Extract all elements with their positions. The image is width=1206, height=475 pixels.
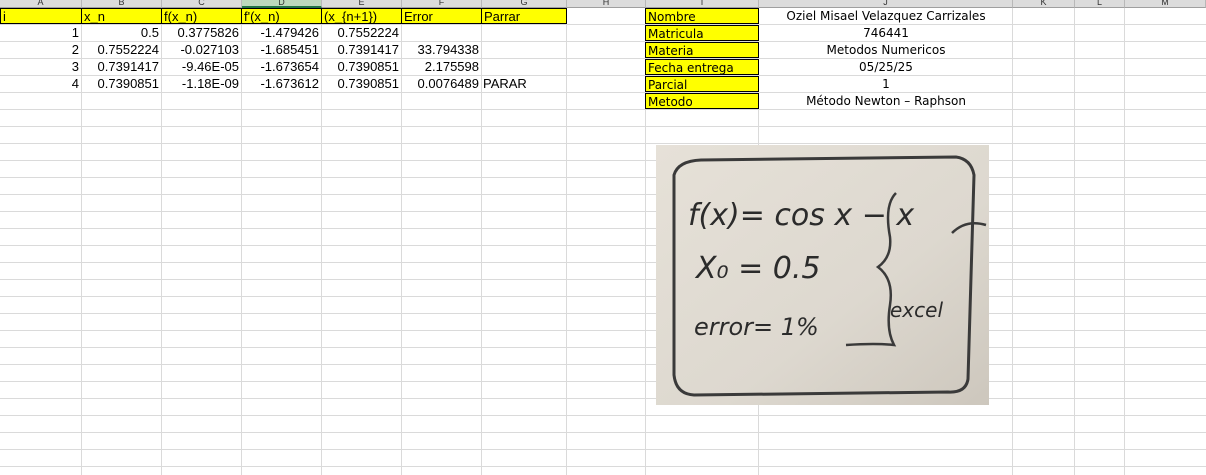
- grid-line: [0, 432, 1206, 433]
- column-header-f[interactable]: F: [402, 0, 482, 8]
- info-value-fecha[interactable]: 05/25/25: [759, 59, 1013, 75]
- grid-line: [566, 8, 567, 475]
- grid-line: [0, 109, 1206, 110]
- grid-line: [0, 347, 1206, 348]
- info-label-materia[interactable]: Materia: [645, 42, 759, 58]
- header-cell-xn1[interactable]: (x_{n+1}): [321, 8, 402, 24]
- table-cell-xn[interactable]: 0.7552224: [81, 42, 161, 58]
- table-cell-fxn[interactable]: -0.027103: [161, 42, 241, 58]
- table-cell-dfxn[interactable]: -1.673654: [241, 59, 321, 75]
- grid-line: [0, 466, 1206, 467]
- grid-line: [0, 279, 1206, 280]
- grid-line: [0, 228, 1206, 229]
- table-cell-xn[interactable]: 0.7391417: [81, 59, 161, 75]
- info-value-nombre[interactable]: Oziel Misael Velazquez Carrizales: [759, 8, 1013, 24]
- header-cell-i[interactable]: i: [0, 8, 82, 24]
- column-header-j[interactable]: J: [759, 0, 1013, 8]
- table-cell-dfxn[interactable]: -1.479426: [241, 25, 321, 41]
- table-cell-fxn[interactable]: -9.46E-05: [161, 59, 241, 75]
- table-cell-xn1[interactable]: 0.7552224: [321, 25, 401, 41]
- header-cell-error[interactable]: Error: [401, 8, 482, 24]
- table-cell-parar[interactable]: [481, 25, 566, 41]
- column-header-d[interactable]: D: [242, 0, 322, 8]
- grid-line: [0, 364, 1206, 365]
- table-cell-parar[interactable]: [481, 59, 566, 75]
- whiteboard-text-excel: excel: [890, 298, 943, 322]
- grid-line: [0, 415, 1206, 416]
- table-cell-error[interactable]: 33.794338: [401, 42, 481, 58]
- header-cell-fxn[interactable]: f(x_n): [161, 8, 242, 24]
- grid-line: [0, 160, 1206, 161]
- grid-line: [0, 143, 1206, 144]
- table-cell-i[interactable]: 3: [0, 59, 81, 75]
- info-label-matricula[interactable]: Matricula: [645, 25, 759, 41]
- grid-line: [0, 381, 1206, 382]
- grid-line: [0, 449, 1206, 450]
- grid-line: [0, 330, 1206, 331]
- grid-line: [0, 398, 1206, 399]
- table-cell-xn[interactable]: 0.5: [81, 25, 161, 41]
- column-header-g[interactable]: G: [482, 0, 567, 8]
- info-label-nombre[interactable]: Nombre: [645, 8, 759, 24]
- grid-line: [1074, 8, 1075, 475]
- column-header-e[interactable]: E: [322, 0, 402, 8]
- info-value-materia[interactable]: Metodos Numericos: [759, 42, 1013, 58]
- grid-line: [0, 211, 1206, 212]
- grid-line: [0, 92, 1206, 93]
- table-cell-parar[interactable]: [481, 42, 566, 58]
- table-cell-xn1[interactable]: 0.7390851: [321, 59, 401, 75]
- table-cell-dfxn[interactable]: -1.673612: [241, 76, 321, 92]
- whiteboard-text-function: f(x)= cos x − x: [688, 198, 914, 233]
- header-cell-dfxn[interactable]: f'(x_n): [241, 8, 322, 24]
- table-cell-error[interactable]: [401, 25, 481, 41]
- grid-line: [0, 296, 1206, 297]
- column-header-m[interactable]: M: [1125, 0, 1206, 8]
- table-cell-error[interactable]: 2.175598: [401, 59, 481, 75]
- table-cell-xn[interactable]: 0.7390851: [81, 76, 161, 92]
- column-header-c[interactable]: C: [162, 0, 242, 8]
- table-cell-i[interactable]: 2: [0, 42, 81, 58]
- whiteboard-text-error: error= 1%: [694, 313, 819, 341]
- column-header-a[interactable]: A: [0, 0, 82, 8]
- info-value-metodo[interactable]: Método Newton – Raphson: [759, 93, 1013, 109]
- column-header-k[interactable]: K: [1013, 0, 1075, 8]
- table-cell-i[interactable]: 1: [0, 25, 81, 41]
- grid-line: [0, 177, 1206, 178]
- table-cell-xn1[interactable]: 0.7390851: [321, 76, 401, 92]
- grid-line: [0, 126, 1206, 127]
- header-cell-xn[interactable]: x_n: [81, 8, 162, 24]
- grid-line: [0, 262, 1206, 263]
- info-label-parcial[interactable]: Parcial: [645, 76, 759, 92]
- grid-line: [0, 245, 1206, 246]
- grid-line: [0, 313, 1206, 314]
- whiteboard-photo[interactable]: f(x)= cos x − x X₀ = 0.5 error= 1% excel: [656, 145, 989, 405]
- table-cell-i[interactable]: 4: [0, 76, 81, 92]
- table-cell-fxn[interactable]: -1.18E-09: [161, 76, 241, 92]
- table-cell-parar[interactable]: PARAR: [481, 76, 566, 92]
- info-value-matricula[interactable]: 746441: [759, 25, 1013, 41]
- column-header-h[interactable]: H: [567, 0, 646, 8]
- table-cell-error[interactable]: 0.0076489: [401, 76, 481, 92]
- table-cell-xn1[interactable]: 0.7391417: [321, 42, 401, 58]
- column-header-b[interactable]: B: [82, 0, 162, 8]
- whiteboard-text-x0: X₀ = 0.5: [694, 251, 821, 286]
- table-cell-dfxn[interactable]: -1.685451: [241, 42, 321, 58]
- column-header-l[interactable]: L: [1075, 0, 1125, 8]
- spreadsheet-grid[interactable]: A B C D E F G H I J K L M i x_n f(x_n) f…: [0, 0, 1206, 475]
- grid-line: [1124, 8, 1125, 475]
- info-value-parcial[interactable]: 1: [759, 76, 1013, 92]
- grid-line: [0, 194, 1206, 195]
- table-cell-fxn[interactable]: 0.3775826: [161, 25, 241, 41]
- column-header-i[interactable]: I: [646, 0, 759, 8]
- header-cell-parrar[interactable]: Parrar: [481, 8, 567, 24]
- info-label-metodo[interactable]: Metodo: [645, 93, 759, 109]
- info-label-fecha[interactable]: Fecha entrega: [645, 59, 759, 75]
